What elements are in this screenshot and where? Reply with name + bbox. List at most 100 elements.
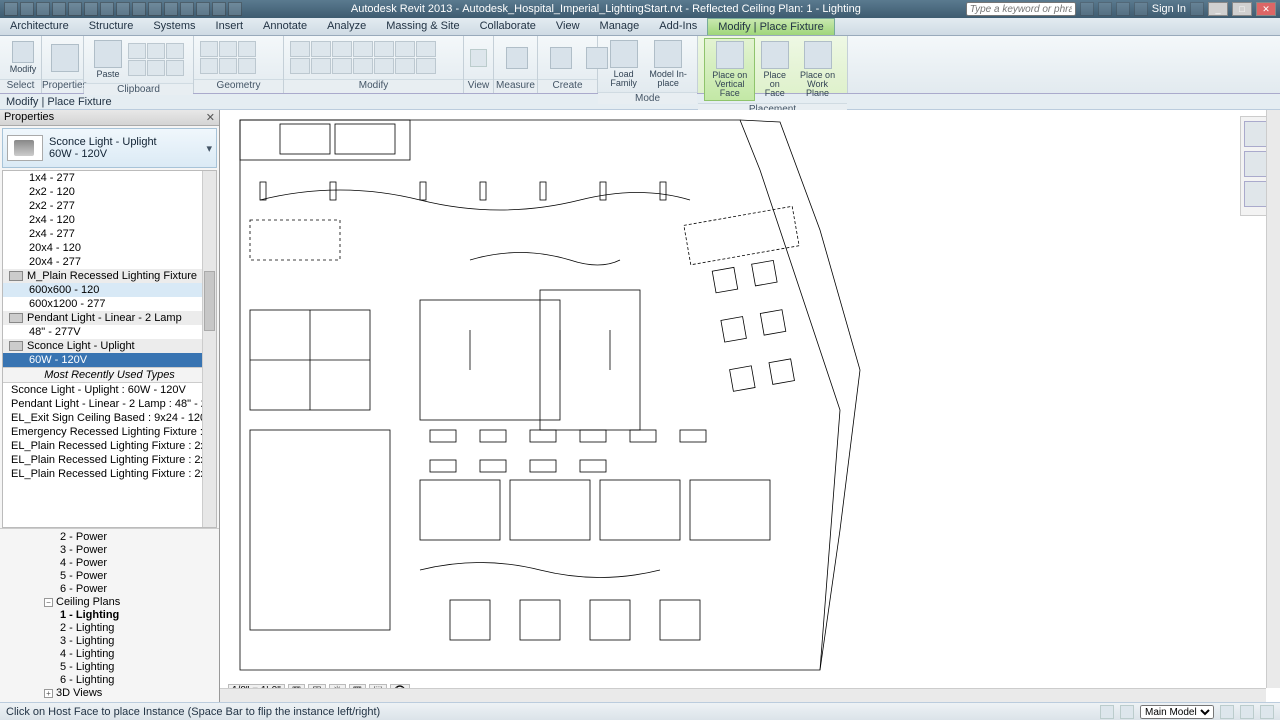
collapse-icon[interactable]: − — [44, 598, 53, 607]
modify-tools[interactable] — [290, 41, 436, 74]
workset-icon[interactable] — [1100, 705, 1114, 719]
browser-node-active[interactable]: 1 - Lighting — [4, 609, 215, 622]
select-pinned-icon[interactable] — [1240, 705, 1254, 719]
search-input[interactable] — [966, 2, 1076, 16]
load-family-button[interactable]: Load Family — [604, 38, 643, 90]
tab-addins[interactable]: Add-Ins — [649, 18, 707, 35]
maximize-button[interactable]: □ — [1232, 2, 1252, 16]
tab-systems[interactable]: Systems — [143, 18, 205, 35]
browser-node[interactable]: 2 - Lighting — [4, 622, 215, 635]
browser-group[interactable]: −Ceiling Plans — [4, 596, 215, 609]
browser-node[interactable]: 6 - Lighting — [4, 674, 215, 687]
dropdown-scrollbar[interactable] — [202, 171, 216, 527]
qat-sync-icon[interactable] — [100, 2, 114, 16]
project-browser[interactable]: 2 - Power 3 - Power 4 - Power 5 - Power … — [0, 528, 219, 702]
qat-open-icon[interactable] — [20, 2, 34, 16]
expand-icon[interactable]: + — [44, 689, 53, 698]
place-face-button[interactable]: Place on Face — [757, 39, 792, 100]
canvas-v-scrollbar[interactable] — [1266, 110, 1280, 688]
select-links-icon[interactable] — [1220, 705, 1234, 719]
qat-switch-icon[interactable] — [212, 2, 226, 16]
type-dropdown-icon[interactable]: ▾ — [206, 142, 212, 155]
tab-manage[interactable]: Manage — [590, 18, 650, 35]
model-inplace-button[interactable]: Model In-place — [645, 38, 691, 90]
help-icon[interactable] — [1190, 2, 1204, 16]
qat-text-icon[interactable] — [132, 2, 146, 16]
list-item[interactable]: 2x2 - 120 — [3, 185, 216, 199]
qat-undo-icon[interactable] — [52, 2, 66, 16]
close-button[interactable]: ✕ — [1256, 2, 1276, 16]
list-item[interactable]: 48" - 277V — [3, 325, 216, 339]
qat-measure-icon[interactable] — [116, 2, 130, 16]
qat-redo-icon[interactable] — [68, 2, 82, 16]
view-tool-icon[interactable] — [470, 49, 487, 67]
tab-analyze[interactable]: Analyze — [317, 18, 376, 35]
mru-item[interactable]: Emergency Recessed Lighting Fixture : 1x… — [3, 425, 216, 439]
tab-modify-place-fixture[interactable]: Modify | Place Fixture — [707, 18, 835, 35]
family-header[interactable]: Pendant Light - Linear - 2 Lamp — [3, 311, 216, 325]
mru-item[interactable]: EL_Plain Recessed Lighting Fixture : 2x2… — [3, 453, 216, 467]
drawing-canvas[interactable]: 1/8" = 1'-0" ▦ ◫ ☀ ▨ ⬚ 👁 — [220, 110, 1280, 702]
exchange-icon[interactable] — [1116, 2, 1130, 16]
tab-annotate[interactable]: Annotate — [253, 18, 317, 35]
tab-insert[interactable]: Insert — [206, 18, 254, 35]
browser-node[interactable]: 5 - Lighting — [4, 661, 215, 674]
qat-more-icon[interactable] — [228, 2, 242, 16]
mru-item[interactable]: Sconce Light - Uplight : 60W - 120V — [3, 383, 216, 397]
list-item-selected[interactable]: 60W - 120V — [3, 353, 216, 367]
list-item[interactable]: 2x4 - 120 — [3, 213, 216, 227]
browser-group[interactable]: +3D Views — [4, 687, 215, 700]
browser-node[interactable]: 3 - Lighting — [4, 635, 215, 648]
list-item[interactable]: 600x600 - 120 — [3, 283, 216, 297]
qat-section-icon[interactable] — [164, 2, 178, 16]
list-item[interactable]: 2x2 - 277 — [3, 199, 216, 213]
list-item[interactable]: 20x4 - 277 — [3, 255, 216, 269]
subscription-icon[interactable] — [1098, 2, 1112, 16]
filter-icon[interactable] — [1260, 705, 1274, 719]
list-item[interactable]: 2x4 - 277 — [3, 227, 216, 241]
clipboard-small-tools[interactable] — [128, 43, 184, 76]
place-vertical-face-button[interactable]: Place on Vertical Face — [704, 38, 755, 101]
place-work-plane-button[interactable]: Place on Work Plane — [794, 39, 841, 100]
browser-node[interactable]: 2 - Power — [4, 531, 215, 544]
create-button[interactable] — [544, 45, 578, 71]
user-icon[interactable] — [1134, 2, 1148, 16]
modify-tool[interactable]: Modify — [6, 39, 40, 76]
signin-link[interactable]: Sign In — [1152, 3, 1186, 15]
type-selector-dropdown[interactable]: 1x4 - 277 2x2 - 120 2x2 - 277 2x4 - 120 … — [2, 170, 217, 528]
mru-item[interactable]: Pendant Light - Linear - 2 Lamp : 48" - … — [3, 397, 216, 411]
properties-close-icon[interactable]: ✕ — [206, 111, 215, 124]
qat-3d-icon[interactable] — [148, 2, 162, 16]
list-item[interactable]: 1x4 - 277 — [3, 171, 216, 185]
tab-collaborate[interactable]: Collaborate — [470, 18, 546, 35]
tab-massing[interactable]: Massing & Site — [376, 18, 469, 35]
minimize-button[interactable]: _ — [1208, 2, 1228, 16]
family-header[interactable]: M_Plain Recessed Lighting Fixture — [3, 269, 216, 283]
tab-structure[interactable]: Structure — [79, 18, 144, 35]
type-selector[interactable]: Sconce Light - Uplight 60W - 120V ▾ — [2, 128, 217, 168]
measure-button[interactable] — [500, 45, 534, 71]
canvas-h-scrollbar[interactable] — [220, 688, 1266, 702]
mru-item[interactable]: EL_Exit Sign Ceiling Based : 9x24 - 120 — [3, 411, 216, 425]
family-header[interactable]: Sconce Light - Uplight — [3, 339, 216, 353]
browser-node[interactable]: 6 - Power — [4, 583, 215, 596]
properties-button[interactable] — [48, 42, 82, 74]
geometry-tools[interactable] — [200, 41, 256, 74]
qat-thin-icon[interactable] — [180, 2, 194, 16]
qat-print-icon[interactable] — [84, 2, 98, 16]
browser-node[interactable]: 4 - Power — [4, 557, 215, 570]
list-item[interactable]: 20x4 - 120 — [3, 241, 216, 255]
app-menu-icon[interactable] — [4, 2, 18, 16]
paste-button[interactable]: Paste — [90, 38, 126, 81]
qat-close-icon[interactable] — [196, 2, 210, 16]
qat-save-icon[interactable] — [36, 2, 50, 16]
browser-node[interactable]: 5 - Power — [4, 570, 215, 583]
browser-node[interactable]: 3 - Power — [4, 544, 215, 557]
search-icon[interactable] — [1080, 2, 1094, 16]
tab-architecture[interactable]: Architecture — [0, 18, 79, 35]
browser-node[interactable]: 4 - Lighting — [4, 648, 215, 661]
tab-view[interactable]: View — [546, 18, 590, 35]
editable-icon[interactable] — [1120, 705, 1134, 719]
mru-item[interactable]: EL_Plain Recessed Lighting Fixture : 2x4… — [3, 467, 216, 481]
workset-select[interactable]: Main Model — [1140, 705, 1214, 719]
